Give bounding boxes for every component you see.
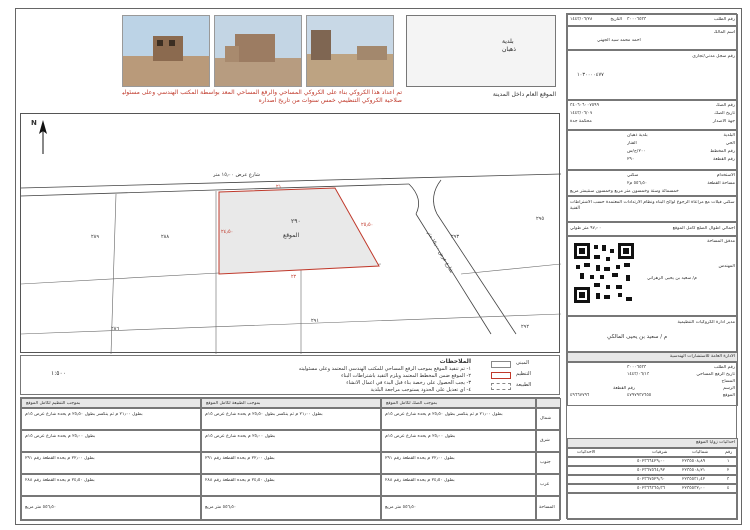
dim-top: ٢١ [276, 184, 282, 190]
table-header-deed: بموجب الصك لكامل الموقع [386, 401, 438, 406]
general-location-title: الموقع العام داخل المدينة [492, 91, 556, 98]
label-deed-date: تاريخ الصك [714, 111, 735, 116]
label-field4: الرسم [723, 386, 735, 391]
legend-built: المبنى [516, 360, 529, 366]
label-municipality: البلدية [723, 133, 736, 138]
municipality-name-line2: ذهبان [502, 46, 516, 53]
label-id: رقم سجل مدني/تجاري [692, 54, 735, 59]
coords-header-3: رقم [725, 450, 733, 455]
parcel-289: ٢٨٩ [91, 234, 100, 240]
dim-left: ٢٤٫٥٠ [221, 229, 234, 235]
street-top-label: شارع عرض ١٥٫٠٠ متر [213, 172, 260, 178]
label-field3: المساح [721, 379, 735, 384]
site-map: شارع عرض ١٥٫٠٠ متر شارع عرض ١٥٫٠٠ متر ٢٩… [20, 113, 562, 355]
label-field2: تاريخ الرفع المساحي [696, 372, 735, 377]
notes-block: سكني فيلات مع مراعاة الرجوع لوائح البناء… [570, 200, 735, 211]
legend-swatch-nature [491, 383, 511, 390]
manager-name: م / سعيد بن يحيى المالكي [607, 334, 668, 340]
dim-right: ٢٥٫٥٠ [361, 222, 374, 228]
value-deed: ٣٤٠٦٠٦٠٠٧٥٩٩ [570, 103, 600, 108]
value-field1: ٣٠٠٠٦٥٣٣ [627, 365, 647, 370]
value-area-words: خمسمائة وستة وخمسون متر مربع وخمسون سنتي… [570, 189, 679, 194]
value-field5: ٤٩٦٦٧٧٩٦ [570, 393, 590, 398]
label-area: مساحة القطعة [707, 181, 735, 186]
label-owner: اسم المالك [713, 30, 735, 35]
warning-line1: تم اعداد هذا الكروكي بناء على الكروكي ال… [122, 89, 402, 96]
notes-title: الملاحظات [439, 358, 471, 365]
label-date: التاريخ [610, 17, 622, 22]
boundaries-table: بموجب التنظيم لكامل الموقع بموجب الطبيعة… [20, 397, 561, 521]
scale-value: ١:٥٠٠ [51, 370, 66, 377]
legend-planning: التنظيم [516, 371, 531, 377]
note-4: ٤- اي تعديل على الحدود يستوجب مراجعة الب… [370, 387, 471, 393]
value-plan: ٢٠٠/ج/س [627, 149, 646, 154]
value-owner: احمد محمد سيد الجهني [597, 38, 641, 43]
value-date: ١٤٤٣/٠٦/٢٨ [570, 17, 593, 22]
label-parcel: رقم القطعة [713, 157, 735, 162]
manager-title: مدير ادارة الكروكيات التنظيمية [677, 320, 735, 325]
document-sheet: بلدية ذهبان الموقع العام داخل المدينة تم… [15, 8, 742, 525]
warning-line2: صلاحية الكروكي التنظيمي خمس سنوات من تار… [258, 97, 402, 104]
legend-swatch-built [491, 361, 511, 368]
parcel-site-label: الموقع [283, 232, 300, 239]
legend-nature: الطبيعة [516, 382, 532, 388]
parcel-286: ٢٨٦ [111, 326, 120, 332]
note-1: ١- تم تنفيذ الموقع بموجب الرفع المساحي ل… [298, 366, 471, 372]
legend-box: ١:٥٠٠ الملاحظات ١- تم تنفيذ الموقع بموجب… [20, 355, 560, 395]
table-header-plan: بموجب التنظيم لكامل الموقع [26, 401, 81, 406]
sections-title: الادارة العامة للاستشارات الهندسية [669, 354, 735, 359]
table-header-nature: بموجب الطبيعة لكامل الموقع [206, 401, 261, 406]
label-number: رقم الطلب [714, 17, 735, 22]
label-field1: رقم الطلب [714, 365, 735, 370]
site-photo-2 [214, 15, 302, 87]
label-deed: رقم الصك [715, 103, 735, 108]
north-arrow-icon [39, 120, 47, 154]
site-photo-1 [122, 15, 210, 87]
value-engineer: م/ سعيد بن يحيى الزهراني [647, 276, 697, 281]
value-area: ٥٥٦٫٥٠ م٢ [627, 181, 648, 186]
site-photo-3 [306, 15, 394, 87]
note-2: ٢- الموقع ضمن المخطط المعتمد ويلزم التقي… [341, 373, 471, 379]
legend-swatch-planning [491, 372, 511, 379]
value-number: ٣٠٠٠٦٥٣٣ [627, 17, 647, 22]
municipality-name-line1: بلدية [502, 38, 514, 45]
coords-header-1: شرقيات [652, 450, 668, 455]
parcel-291: ٢٩١ [311, 318, 320, 324]
value-id: ١٠٣٠٠٠٠٤٧٧ [577, 72, 604, 78]
qr-code-icon [572, 241, 636, 305]
coords-header-0: الاحداثيات [577, 450, 596, 455]
label-usage: الاستخدام [716, 173, 735, 178]
parcel-292: ٢٩٢ [521, 324, 530, 330]
main-parcel [218, 187, 380, 275]
parcel-main-number: ٢٩٠ [291, 218, 301, 225]
dim-bottom: ٢٢ [291, 274, 297, 280]
value-issuer: محكمة جدة [570, 119, 592, 124]
value-deed-date: ١٤٤٣/٠٦/٠٧ [570, 111, 593, 116]
value-total: ٩٧٫٠٠ متر طولي [570, 226, 602, 231]
parcel-295: ٢٩٥ [536, 216, 545, 222]
coords-header-2: شماليات [692, 450, 709, 455]
value-field6: ٤٧٩٧٩٣٧٦٥٥ [627, 393, 652, 398]
label-field5: رقم القطعة [613, 386, 635, 391]
general-location-map: بلدية ذهبان [406, 15, 556, 87]
label-plan: رقم المخطط [710, 149, 735, 154]
value-district: الفنار [627, 141, 637, 146]
value-usage: سكني [627, 173, 639, 178]
label-total: اجمالي اطوال الضلع كامل الموقع [672, 226, 735, 231]
label-engineer: المهندس [718, 264, 735, 269]
label-field6: الموقع [722, 393, 735, 398]
label-district: الحي [725, 141, 735, 146]
value-parcel: ٢٩٠ [627, 157, 635, 162]
value-municipality: بلدية ذهبان [627, 133, 648, 138]
parcel-288: ٢٨٨ [161, 234, 170, 240]
north-label: N [31, 120, 37, 127]
label-issuer: جهة الاصدار [712, 119, 735, 124]
value-field2: ١٤٤٣/٠٦/١٣ [627, 372, 650, 377]
parcel-293: ٢٩٣ [451, 234, 460, 240]
coords-table-title: احداثيات زوايا الموقع [695, 440, 735, 445]
label-checker: مدقق المساحة [707, 239, 735, 244]
note-3: ٣- يجب الحصول على رخصة بناء قبل البدء في… [346, 380, 471, 386]
